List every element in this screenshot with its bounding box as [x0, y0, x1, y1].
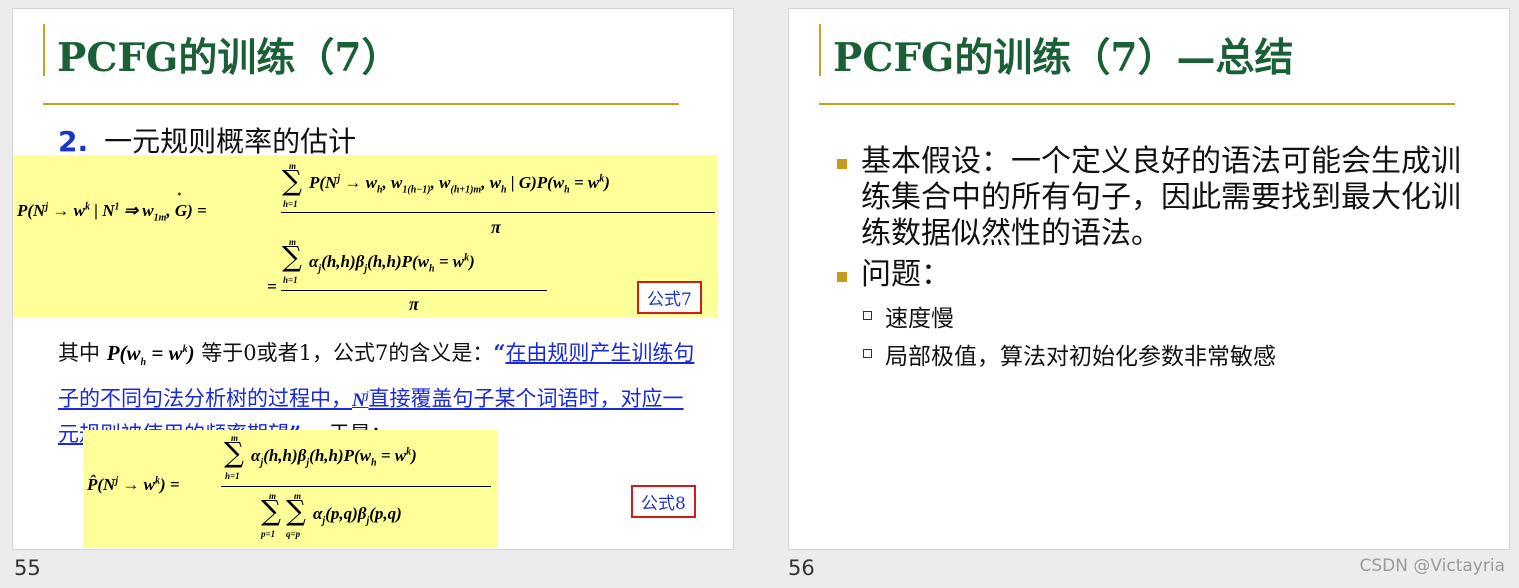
- title-divider: [819, 103, 1455, 105]
- title-accent-bar: [819, 24, 821, 76]
- bullet-assumption: 基本假设：一个定义良好的语法可能会生成训练集合中的所有句子，因此需要找到最大化训…: [861, 144, 1461, 251]
- slide-title: PCFG的训练（7）: [57, 35, 401, 81]
- sub-bullet-marker: [863, 349, 872, 358]
- sub-bullet-marker: [863, 311, 872, 320]
- bullet-problems: 问题：: [861, 257, 951, 292]
- slide-number-55: 55: [14, 556, 41, 580]
- slide-56: PCFG的训练（7）—总结 基本假设：一个定义良好的语法可能会生成训练集合中的所…: [788, 8, 1510, 550]
- sub-bullet-slow: 速度慢: [885, 306, 954, 332]
- title-accent-bar: [43, 24, 45, 76]
- bullet-marker: [837, 272, 847, 282]
- quote-open: “: [493, 340, 506, 365]
- watermark: CSDN @Victayria: [1359, 556, 1505, 576]
- section-number: 2.: [58, 125, 89, 158]
- para-prefix: 其中: [58, 341, 100, 365]
- title-divider: [43, 103, 679, 105]
- section-title: 一元规则概率的估计: [104, 125, 357, 158]
- slide-title: PCFG的训练（7）—总结: [833, 35, 1294, 81]
- formula-7-label: 公式7: [637, 281, 702, 314]
- inline-formula: P(wh = wk): [106, 341, 195, 369]
- para-mid: 等于0或者1，公式7的含义是：: [201, 341, 494, 365]
- formula-8-label: 公式8: [631, 485, 696, 518]
- bullet-marker: [837, 159, 847, 169]
- inline-symbol-Nj: Nj: [352, 389, 369, 411]
- slide-55: PCFG的训练（7） 2. 一元规则概率的估计 P(Nj → wk | N1 ⇒ …: [12, 8, 734, 550]
- sub-bullet-local-optima: 局部极值，算法对初始化参数非常敏感: [885, 344, 1276, 370]
- section-heading: 2. 一元规则概率的估计: [58, 120, 356, 160]
- slide-number-56: 56: [788, 556, 815, 580]
